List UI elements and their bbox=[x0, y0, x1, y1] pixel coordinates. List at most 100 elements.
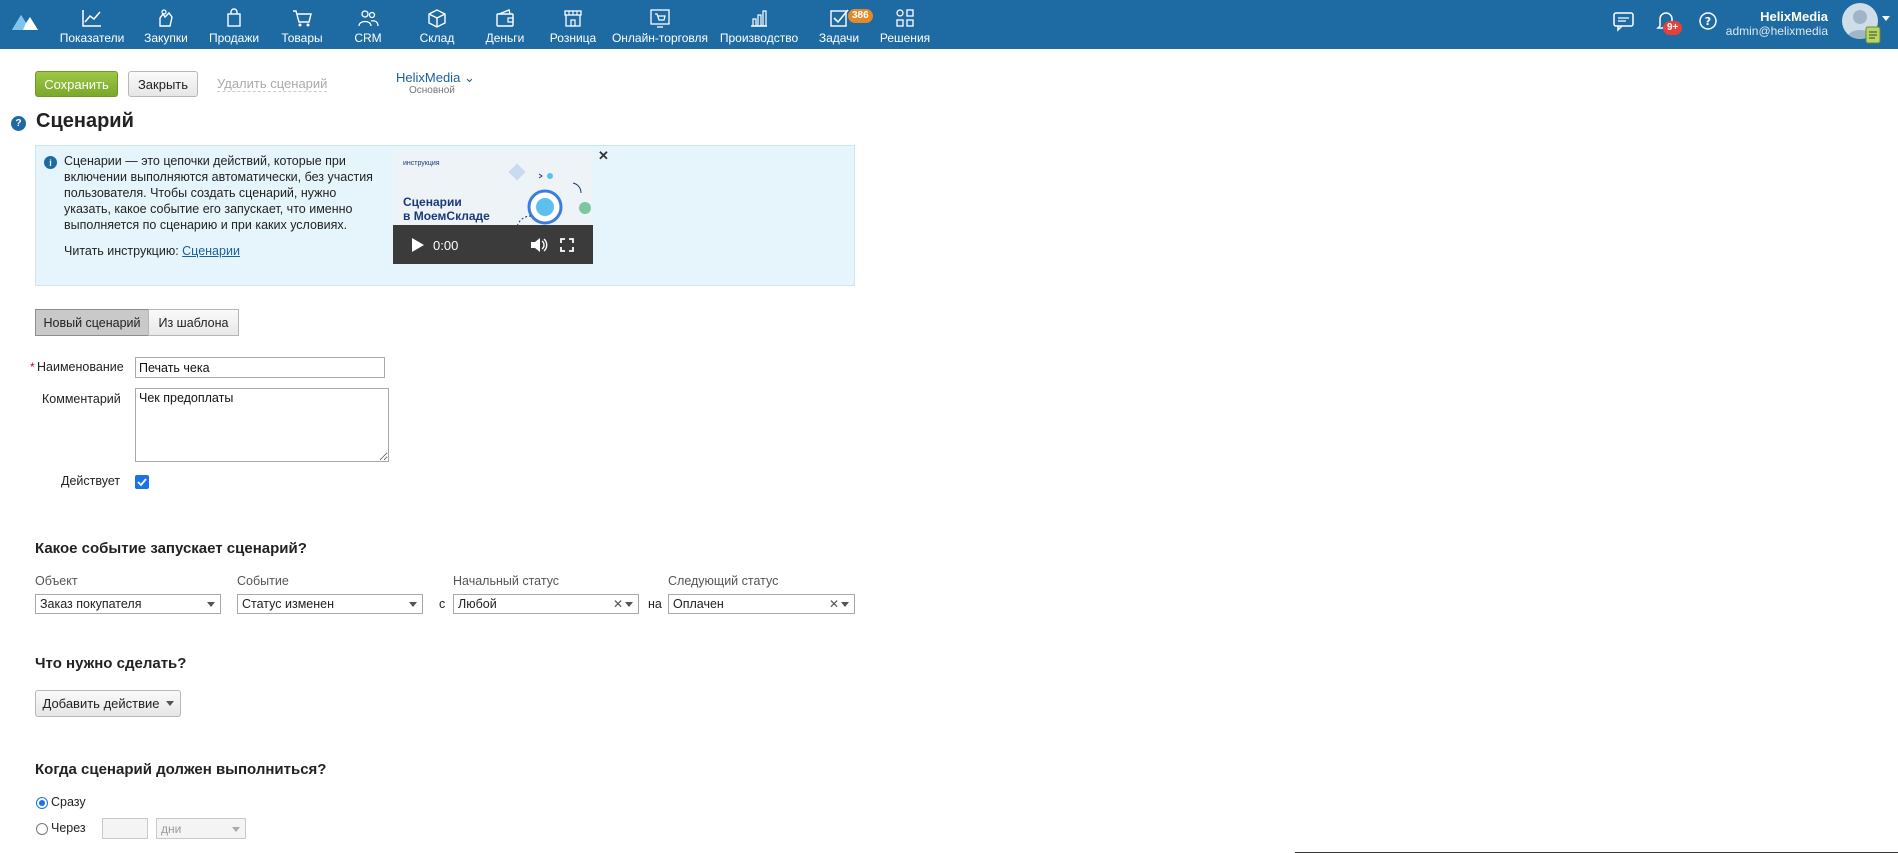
tasks-count-badge: 386 bbox=[848, 9, 873, 23]
chart-line-icon bbox=[82, 10, 101, 27]
volume-icon[interactable] bbox=[530, 237, 548, 253]
checkmark-icon bbox=[137, 478, 147, 487]
comment-label: Комментарий bbox=[42, 392, 121, 406]
next-status-select[interactable]: Оплачен ✕ bbox=[668, 594, 855, 614]
next-status-label: Следующий статус bbox=[668, 574, 779, 588]
dropdown-arrow-icon bbox=[232, 827, 240, 832]
clear-icon[interactable]: ✕ bbox=[613, 597, 623, 611]
radio-now-label: Сразу bbox=[51, 795, 86, 809]
timing-heading: Когда сценарий должен выполниться? bbox=[35, 761, 327, 778]
nav-label: Товары bbox=[281, 31, 323, 45]
info-description: Сценарии — это цепочки действий, которые… bbox=[64, 154, 373, 232]
nav-label: CRM bbox=[354, 31, 382, 45]
required-marker: * bbox=[30, 360, 35, 374]
store-icon bbox=[564, 10, 582, 27]
chevron-down-icon: ⌄ bbox=[463, 70, 475, 85]
nav-label: Решения bbox=[879, 31, 931, 45]
tasks-check-icon bbox=[830, 9, 849, 27]
nav-label: Склад bbox=[419, 31, 455, 45]
start-status-select[interactable]: Любой ✕ bbox=[453, 594, 639, 614]
event-select[interactable]: Статус изменен bbox=[237, 594, 423, 614]
instruction-prefix: Читать инструкцию: bbox=[64, 244, 179, 258]
object-select[interactable]: Заказ покупателя bbox=[35, 594, 221, 614]
wallet-icon bbox=[496, 9, 514, 27]
nav-label: Продажи bbox=[208, 31, 260, 45]
radio-now[interactable] bbox=[36, 797, 48, 809]
question-icon[interactable]: ? bbox=[11, 116, 26, 131]
add-action-label: Добавить действие bbox=[42, 696, 160, 711]
fullscreen-icon[interactable] bbox=[560, 238, 574, 252]
name-input[interactable] bbox=[135, 357, 385, 378]
active-label: Действует bbox=[61, 474, 121, 488]
user-email[interactable]: admin@helixmedia bbox=[1726, 24, 1828, 38]
save-button[interactable]: Сохранить bbox=[35, 71, 118, 97]
clear-icon[interactable]: ✕ bbox=[829, 597, 839, 611]
action-heading: Что нужно сделать? bbox=[35, 655, 187, 672]
nav-item-crm[interactable]: CRM bbox=[346, 0, 390, 49]
start-status-label: Начальный статус bbox=[453, 574, 560, 588]
apps-grid-icon bbox=[896, 9, 914, 27]
name-label: Наименование bbox=[37, 360, 124, 374]
radio-after[interactable] bbox=[36, 823, 48, 835]
nav-item-tasks[interactable]: Задачи bbox=[817, 0, 861, 49]
nav-item-purchases[interactable]: Закупки bbox=[138, 0, 194, 49]
organization-subtitle: Основной bbox=[409, 85, 455, 96]
nav-item-sales[interactable]: Продажи bbox=[206, 0, 262, 49]
nav-item-goods[interactable]: Товары bbox=[276, 0, 328, 49]
radio-after-label: Через bbox=[51, 821, 86, 835]
box-icon bbox=[428, 9, 446, 28]
close-icon[interactable]: ✕ bbox=[598, 148, 609, 164]
comment-textarea[interactable]: Чек предоплаты bbox=[135, 388, 389, 462]
caret-down-icon bbox=[165, 701, 174, 706]
nav-item-solutions[interactable]: Решения bbox=[879, 0, 931, 49]
delay-amount-input[interactable] bbox=[102, 818, 148, 839]
info-icon: i bbox=[44, 156, 57, 169]
nav-label: Показатели bbox=[59, 31, 125, 45]
play-icon[interactable] bbox=[411, 237, 425, 253]
organization-selector[interactable]: HelixMedia ⌄ bbox=[396, 70, 475, 86]
nav-label: Деньги bbox=[485, 31, 525, 45]
nav-label: Розница bbox=[549, 31, 597, 45]
nav-item-production[interactable]: Производство bbox=[719, 0, 799, 49]
help-circle-icon[interactable]: ? bbox=[1696, 10, 1720, 32]
nav-item-online-trade[interactable]: Онлайн-торговля bbox=[612, 0, 708, 49]
nav-item-money[interactable]: Деньги bbox=[481, 0, 529, 49]
dropdown-arrow-icon bbox=[841, 602, 849, 607]
online-store-icon bbox=[650, 9, 670, 28]
add-action-button[interactable]: Добавить действие bbox=[35, 690, 181, 717]
tab-new-scenario[interactable]: Новый сценарий bbox=[35, 309, 149, 336]
moysklad-logo-icon[interactable] bbox=[10, 10, 40, 32]
nav-label: Задачи bbox=[818, 31, 860, 45]
nav-label: Онлайн-торговля bbox=[611, 31, 709, 45]
instruction-link[interactable]: Сценарии bbox=[182, 244, 240, 258]
nav-label: Производство bbox=[719, 31, 799, 45]
nav-item-warehouse[interactable]: Склад bbox=[413, 0, 461, 49]
bar-chart-icon bbox=[751, 10, 767, 27]
organization-name: HelixMedia bbox=[396, 70, 461, 85]
next-status-value: Оплачен bbox=[673, 597, 724, 611]
page-title: Сценарий bbox=[36, 110, 134, 132]
event-label: Событие bbox=[237, 574, 289, 588]
user-name[interactable]: HelixMedia bbox=[1760, 9, 1828, 24]
active-checkbox[interactable] bbox=[135, 475, 149, 489]
purchase-hand-icon bbox=[159, 9, 173, 27]
nav-item-retail[interactable]: Розница bbox=[547, 0, 599, 49]
start-status-value: Любой bbox=[458, 597, 497, 611]
delete-scenario-link[interactable]: Удалить сценарий bbox=[217, 77, 328, 92]
cart-icon bbox=[293, 10, 312, 27]
object-value: Заказ покупателя bbox=[40, 597, 142, 611]
instruction-line: Читать инструкцию: Сценарии bbox=[64, 244, 240, 258]
tab-from-template[interactable]: Из шаблона bbox=[148, 309, 239, 336]
chat-icon[interactable] bbox=[1612, 10, 1636, 32]
video-time: 0:00 bbox=[433, 238, 459, 253]
shopping-bag-icon bbox=[227, 8, 241, 27]
nav-item-indicators[interactable]: Показатели bbox=[60, 0, 124, 49]
dropdown-arrow-icon bbox=[409, 602, 417, 607]
close-button[interactable]: Закрыть bbox=[128, 71, 198, 97]
delay-unit-value: дни bbox=[161, 821, 182, 836]
video-title-line2: в МоемСкладе bbox=[403, 209, 490, 223]
chevron-down-icon[interactable] bbox=[1882, 16, 1890, 22]
delay-unit-select[interactable]: дни bbox=[156, 818, 246, 839]
trigger-heading: Какое событие запускает сценарий? bbox=[35, 540, 307, 557]
video-player[interactable]: инструкция Сценарии в МоемСкладе 0:00 bbox=[393, 151, 593, 264]
